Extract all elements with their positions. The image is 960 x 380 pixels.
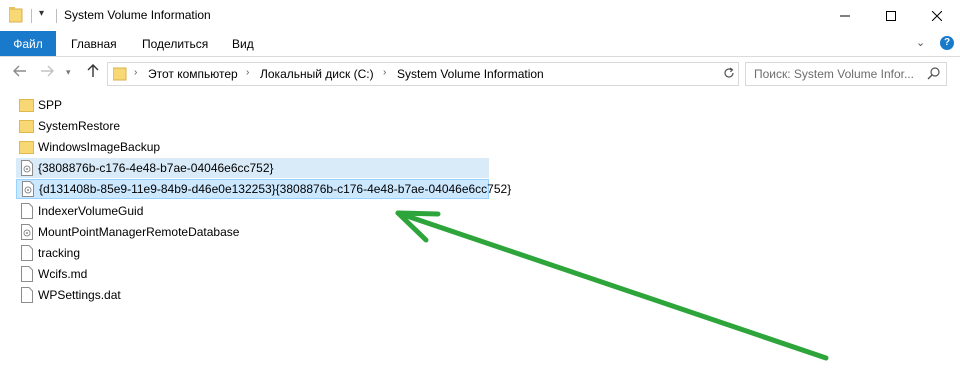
breadcrumb-separator-icon[interactable]: ›: [246, 67, 249, 78]
file-name: {3808876b-c176-4e48-b7ae-04046e6cc752}: [38, 161, 274, 175]
minimize-icon: [840, 15, 850, 16]
window-title: System Volume Information: [64, 8, 211, 22]
file-name: WPSettings.dat: [38, 288, 121, 302]
maximize-button[interactable]: [868, 0, 914, 31]
file-icon: [21, 245, 33, 261]
refresh-icon: [724, 67, 734, 78]
list-item[interactable]: SPP: [16, 95, 68, 115]
forward-button[interactable]: [40, 64, 54, 81]
list-item[interactable]: tracking: [16, 243, 86, 263]
tab-home[interactable]: Главная: [71, 37, 117, 51]
close-icon: [932, 10, 942, 21]
address-bar[interactable]: › Этот компьютер › Локальный диск (C:) ›…: [107, 62, 820, 86]
title-separator: [56, 9, 57, 23]
file-name: MountPointManagerRemoteDatabase: [38, 225, 240, 239]
recent-locations-dropdown-icon[interactable]: ▾: [66, 67, 71, 78]
system-file-icon: [22, 181, 34, 197]
file-name: SPP: [38, 98, 63, 112]
list-item-selected[interactable]: {d131408b-85e9-11e9-84b9-d46e0e132253}{3…: [16, 179, 511, 199]
maximize-icon: [886, 10, 896, 21]
list-item[interactable]: SystemRestore: [16, 116, 126, 136]
folder-icon: [9, 7, 23, 23]
file-icon: [21, 266, 33, 282]
search-input[interactable]: Поиск: System Volume Infor...: [745, 62, 947, 86]
ribbon-tabs: Файл Главная Поделиться Вид ⌄ ?: [0, 31, 960, 57]
minimize-button[interactable]: [822, 0, 868, 31]
file-name: tracking: [38, 246, 81, 260]
folder-icon: [19, 99, 34, 112]
list-item[interactable]: {3808876b-c176-4e48-b7ae-04046e6cc752}: [16, 158, 489, 178]
close-button[interactable]: [914, 0, 960, 31]
folder-icon: [113, 67, 127, 81]
file-name: Wcifs.md: [38, 267, 88, 281]
breadcrumb-separator-icon[interactable]: ›: [383, 67, 386, 78]
title-separator: [31, 9, 32, 23]
file-name: WindowsImageBackup: [38, 140, 161, 154]
list-item[interactable]: MountPointManagerRemoteDatabase: [16, 222, 245, 242]
list-item[interactable]: WPSettings.dat: [16, 285, 127, 305]
tab-view[interactable]: Вид: [232, 37, 254, 51]
arrow-up-icon: [87, 64, 99, 77]
list-item[interactable]: WindowsImageBackup: [16, 137, 166, 157]
navigation-bar: ▾ › Этот компьютер › Локальный диск (C:)…: [0, 57, 960, 89]
search-placeholder: Поиск: System Volume Infor...: [754, 67, 914, 81]
breadcrumb-local-disk[interactable]: Локальный диск (C:): [260, 67, 374, 81]
arrow-right-icon: [41, 65, 54, 77]
tab-file[interactable]: Файл: [0, 31, 56, 56]
quick-access-dropdown-icon[interactable]: ▾: [39, 8, 44, 19]
help-icon[interactable]: ?: [940, 36, 954, 50]
refresh-button[interactable]: [718, 62, 740, 84]
expand-ribbon-icon[interactable]: ⌄: [916, 36, 925, 49]
file-name: SystemRestore: [38, 119, 121, 133]
back-button[interactable]: [13, 64, 27, 81]
breadcrumb-this-pc[interactable]: Этот компьютер: [148, 67, 238, 81]
tab-share[interactable]: Поделиться: [142, 37, 208, 51]
search-icon: [927, 67, 940, 80]
list-item[interactable]: Wcifs.md: [16, 264, 93, 284]
folder-icon: [19, 141, 34, 154]
system-file-icon: [21, 160, 33, 176]
file-name: {d131408b-85e9-11e9-84b9-d46e0e132253}{3…: [39, 182, 512, 196]
arrow-left-icon: [13, 65, 26, 77]
file-icon: [21, 203, 33, 219]
title-bar: ▾ System Volume Information: [0, 0, 960, 31]
file-list: SPP SystemRestore WindowsImageBackup {38…: [0, 95, 960, 380]
file-icon: [21, 287, 33, 303]
folder-icon: [19, 120, 34, 133]
file-name: IndexerVolumeGuid: [38, 204, 144, 218]
up-button[interactable]: [86, 64, 100, 81]
list-item[interactable]: IndexerVolumeGuid: [16, 201, 149, 221]
breadcrumb-separator-icon[interactable]: ›: [134, 67, 137, 78]
system-file-icon: [21, 224, 33, 240]
breadcrumb-system-volume[interactable]: System Volume Information: [397, 67, 544, 81]
